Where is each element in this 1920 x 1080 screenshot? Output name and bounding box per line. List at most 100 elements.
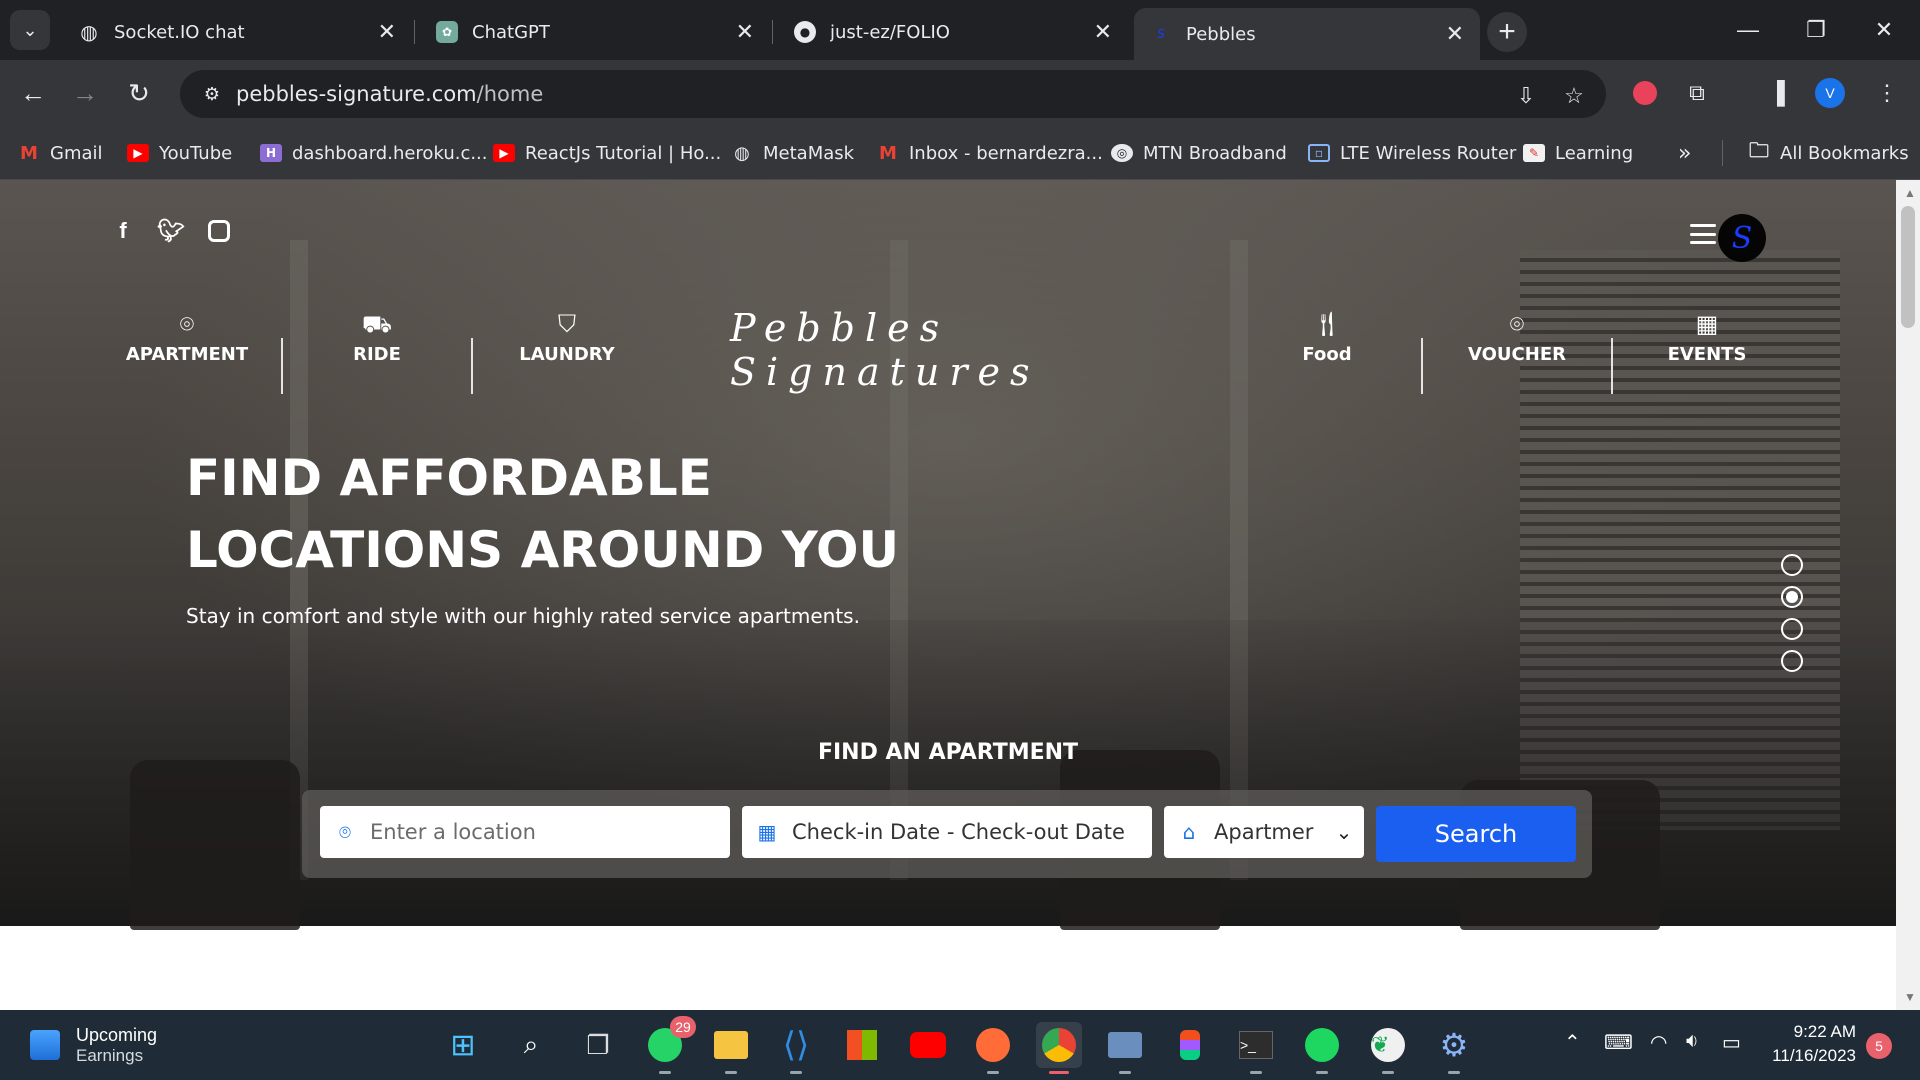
spotify-app[interactable]: [1299, 1022, 1345, 1074]
search-taskbar-button[interactable]: ⌕: [508, 1022, 554, 1068]
close-icon[interactable]: ✕: [378, 20, 396, 45]
scroll-up-arrow-icon[interactable]: ▲: [1904, 186, 1916, 200]
chevron-up-icon[interactable]: ⌃: [1564, 1030, 1581, 1055]
volume-icon[interactable]: 🔉︎: [1686, 1030, 1699, 1053]
apartment-type-select[interactable]: ⌂ Apartmer ⌄: [1164, 806, 1364, 858]
tab-socketio[interactable]: ◍ Socket.IO chat ✕: [62, 10, 412, 54]
back-button[interactable]: ←: [14, 74, 52, 112]
clock-date: 11/16/2023: [1772, 1046, 1856, 1065]
nav-apartment[interactable]: ⌾ APARTMENT: [112, 310, 262, 365]
nav-events[interactable]: ▦ EVENTS: [1632, 310, 1782, 365]
facebook-icon[interactable]: f: [108, 216, 138, 246]
slide-dot[interactable]: [1781, 554, 1803, 576]
url-path: /home: [476, 82, 544, 106]
ms-store-app[interactable]: [839, 1022, 885, 1068]
forward-button[interactable]: →: [66, 74, 104, 112]
headline-line: LOCATIONS AROUND YOU: [186, 521, 900, 579]
date-range-input[interactable]: ▦ Check-in Date - Check-out Date: [742, 806, 1152, 858]
bookmark-mtn[interactable]: ◎ MTN Broadband: [1111, 138, 1287, 168]
new-tab-button[interactable]: +: [1487, 12, 1527, 52]
side-panel-icon[interactable]: ▐: [1758, 74, 1796, 112]
settings-app[interactable]: ⚙: [1431, 1022, 1477, 1074]
terminal-app[interactable]: >_: [1233, 1022, 1279, 1074]
bookmark-heroku[interactable]: Hdashboard.heroku.c...: [260, 138, 488, 168]
battery-icon[interactable]: ▭: [1722, 1030, 1741, 1055]
mongodb-icon: ❦: [1371, 1028, 1405, 1062]
more-bookmarks-button[interactable]: »: [1678, 138, 1691, 168]
profile-avatar[interactable]: V: [1815, 78, 1845, 108]
date-placeholder: Check-in Date - Check-out Date: [792, 820, 1125, 844]
extension-red-icon[interactable]: [1626, 74, 1664, 112]
instagram-icon[interactable]: [204, 216, 234, 246]
close-icon[interactable]: ✕: [1446, 22, 1464, 47]
twitter-icon[interactable]: 🐦︎: [156, 216, 186, 246]
page-scrollbar[interactable]: ▲ ▼: [1896, 180, 1920, 1010]
tab-pebbles[interactable]: S Pebbles ✕: [1134, 8, 1480, 60]
chrome-app[interactable]: [1036, 1022, 1082, 1074]
figma-app[interactable]: [1167, 1022, 1213, 1068]
all-bookmarks-button[interactable]: 🗀 All Bookmarks: [1748, 138, 1909, 168]
star-icon[interactable]: ☆: [1558, 80, 1590, 112]
tab-chatgpt[interactable]: ✿ ChatGPT ✕: [420, 10, 770, 54]
file-explorer-app[interactable]: [708, 1022, 754, 1074]
close-icon[interactable]: ✕: [1094, 20, 1112, 45]
bookmark-reactjs[interactable]: ▶ ReactJs Tutorial | Ho...: [493, 138, 721, 168]
notification-badge[interactable]: 5: [1866, 1033, 1892, 1059]
bookmark-inbox[interactable]: M Inbox - bernardezra...: [877, 138, 1103, 168]
close-icon[interactable]: ✕: [736, 20, 754, 45]
youtube-app[interactable]: [905, 1022, 951, 1068]
site-info-icon[interactable]: ⚙: [192, 84, 232, 105]
keyboard-icon[interactable]: ⌨: [1604, 1030, 1633, 1055]
more-menu-icon[interactable]: ⋮: [1868, 74, 1906, 112]
location-input[interactable]: ⌾ Enter a location: [320, 806, 730, 858]
bookmark-youtube[interactable]: ▶ YouTube: [127, 138, 232, 168]
mongodb-app[interactable]: ❦: [1365, 1022, 1411, 1074]
bookmark-learning[interactable]: ✎ Learning: [1523, 138, 1633, 168]
tab-github[interactable]: ● just-ez/FOLIO ✕: [778, 10, 1128, 54]
postman-app[interactable]: [970, 1022, 1016, 1074]
brand-logo[interactable]: Pebbles Signatures: [730, 306, 1170, 394]
learning-icon: ✎: [1523, 144, 1545, 162]
minimize-button[interactable]: —: [1728, 10, 1768, 50]
gear-icon: ⚙: [1439, 1027, 1469, 1063]
search-button[interactable]: Search: [1376, 806, 1576, 862]
whatsapp-badge: 29: [670, 1016, 696, 1038]
nav-food[interactable]: 🍴︎ Food: [1252, 310, 1402, 365]
bookmarks-bar: M Gmail ▶ YouTube Hdashboard.heroku.c... ▶…: [0, 126, 1920, 180]
search-icon: ⌕: [523, 1029, 539, 1059]
wifi-icon[interactable]: ◠: [1650, 1030, 1667, 1055]
task-view-button[interactable]: ❐: [575, 1022, 621, 1068]
bookmark-gmail[interactable]: M Gmail: [18, 138, 102, 168]
install-app-icon[interactable]: ⇩: [1510, 80, 1542, 112]
tab-search-button[interactable]: ⌄: [10, 10, 50, 50]
close-window-button[interactable]: ✕: [1864, 10, 1904, 50]
weather-widget[interactable]: Upcoming Earnings: [30, 1020, 157, 1070]
decor: [130, 760, 300, 930]
running-indicator: [725, 1071, 737, 1074]
extensions-puzzle-icon[interactable]: ⧉: [1678, 74, 1716, 112]
vscode-app[interactable]: ⟨⟩: [773, 1022, 819, 1074]
hamburger-menu-icon[interactable]: [1690, 224, 1716, 244]
start-button[interactable]: ⊞: [440, 1022, 486, 1068]
remote-desktop-app[interactable]: [1102, 1022, 1148, 1074]
nav-voucher[interactable]: ⌾ VOUCHER: [1442, 310, 1592, 365]
scroll-thumb[interactable]: [1901, 206, 1915, 328]
site-logo-badge[interactable]: S: [1718, 214, 1766, 262]
url-text[interactable]: pebbles-signature.com/home: [236, 82, 1606, 106]
scroll-down-arrow-icon[interactable]: ▼: [1904, 990, 1916, 1004]
bookmark-lte[interactable]: ▫ LTE Wireless Router: [1308, 138, 1516, 168]
slide-dot[interactable]: [1781, 618, 1803, 640]
nav-label: APARTMENT: [125, 344, 249, 365]
bookmark-metamask[interactable]: ◍ MetaMask: [731, 138, 854, 168]
nav-laundry[interactable]: ⛉ LAUNDRY: [492, 310, 642, 365]
reload-button[interactable]: ↻: [120, 74, 158, 112]
address-bar[interactable]: ⚙ pebbles-signature.com/home ⇩ ☆: [180, 70, 1606, 118]
restore-button[interactable]: ❐: [1796, 10, 1836, 50]
bookmark-divider: [1722, 140, 1723, 166]
slide-dot[interactable]: [1781, 650, 1803, 672]
system-clock[interactable]: 9:22 AM 11/16/2023: [1764, 1020, 1856, 1068]
location-pin-icon: ⌾: [1509, 311, 1525, 338]
nav-ride[interactable]: ⛟ RIDE: [302, 310, 452, 365]
slide-dot-active[interactable]: [1781, 586, 1803, 608]
whatsapp-app[interactable]: 29: [642, 1016, 696, 1074]
